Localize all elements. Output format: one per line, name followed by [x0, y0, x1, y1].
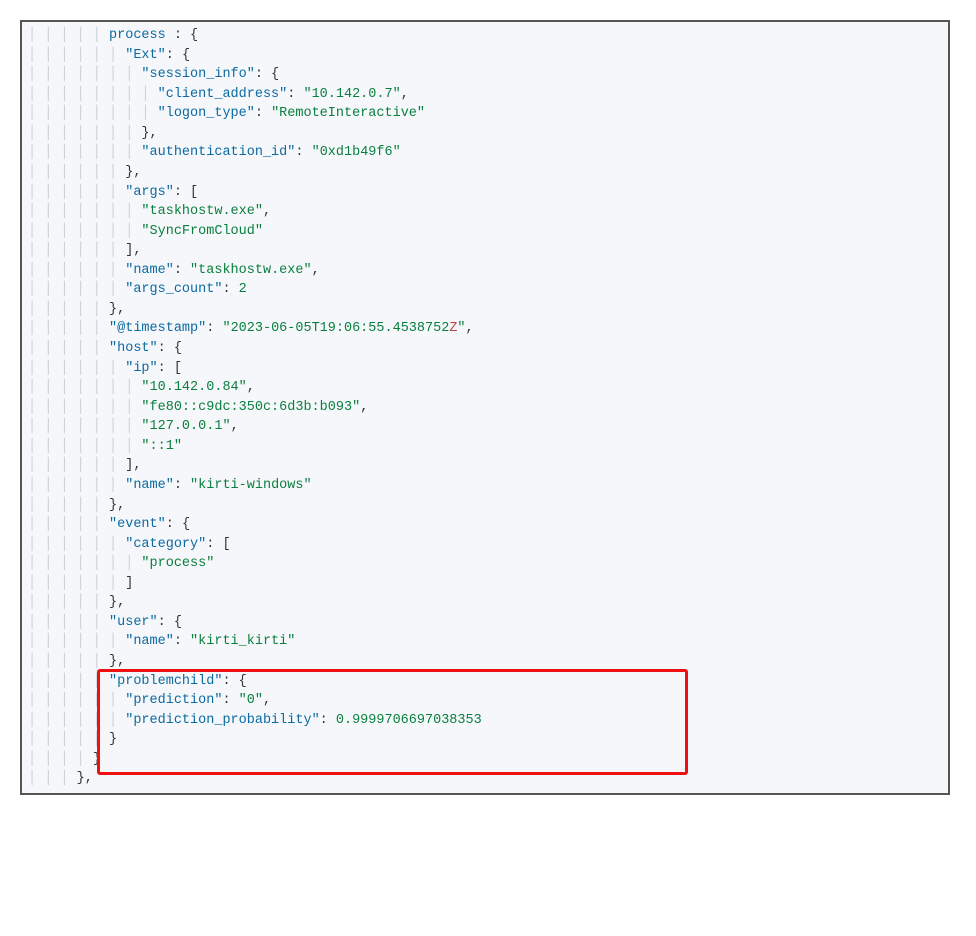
code-line: │ │ │ │ │ },	[22, 496, 948, 516]
key-user-name: name	[133, 634, 165, 649]
code-line: │ │ │ │ │ │ "category": [	[22, 535, 948, 555]
code-line: │ │ │ │ │ │ │ },	[22, 124, 948, 144]
code-line: │ │ │ │ │ │ │ "fe80::c9dc:350c:6d3b:b093…	[22, 398, 948, 418]
key-args-count: args_count	[133, 282, 214, 297]
code-line: │ │ │ │ │ │ "name": "kirti-windows"	[22, 476, 948, 496]
code-line: │ │ │ │ │ │ ]	[22, 574, 948, 594]
key-session-info: session_info	[150, 67, 247, 82]
val-prediction: 0	[247, 693, 255, 708]
key-event: event	[117, 517, 158, 532]
code-line: │ │ │ │ │ │ │ "127.0.0.1",	[22, 417, 948, 437]
code-line: │ │ │ │ │ "user": {	[22, 613, 948, 633]
key-problemchild: problemchild	[117, 674, 214, 689]
code-line: │ │ │ │ │ │ ],	[22, 456, 948, 476]
key-ip: ip	[133, 361, 149, 376]
key-logon-type: logon_type	[166, 106, 247, 121]
val-ip-1: fe80::c9dc:350c:6d3b:b093	[150, 400, 353, 415]
key-args: args	[133, 185, 165, 200]
code-line: │ │ │ │ │ │ │ "taskhostw.exe",	[22, 202, 948, 222]
val-timestamp-z: Z	[449, 321, 457, 336]
code-line: │ │ │ │ │ │ │ "SyncFromCloud"	[22, 222, 948, 242]
val-args-count: 2	[239, 282, 247, 297]
code-line: │ │ │ │ │ │ "prediction": "0",	[22, 691, 948, 711]
key-prediction: prediction	[133, 693, 214, 708]
code-line: │ │ │ │ │ "event": {	[22, 515, 948, 535]
code-line: │ │ │ │ │ │ "args": [	[22, 183, 948, 203]
code-line: │ │ │ },	[22, 769, 948, 789]
key-name-proc: name	[133, 263, 165, 278]
code-line: │ │ │ │ }	[22, 750, 948, 770]
code-line: │ │ │ │ │ │ │ "session_info": {	[22, 65, 948, 85]
val-logon-type: RemoteInteractive	[279, 106, 417, 121]
key-host-name: name	[133, 478, 165, 493]
code-line: │ │ │ │ │ },	[22, 593, 948, 613]
val-process-name: taskhostw.exe	[198, 263, 303, 278]
code-line: │ │ │ │ │ │ "args_count": 2	[22, 280, 948, 300]
code-line: │ │ │ │ │ │ ],	[22, 241, 948, 261]
code-line: │ │ │ │ │ "host": {	[22, 339, 948, 359]
key-client-address: client_address	[166, 87, 279, 102]
code-line: │ │ │ │ │ "problemchild": {	[22, 672, 948, 692]
code-line: │ │ │ │ │ },	[22, 652, 948, 672]
code-line: │ │ │ │ │ │ │ "10.142.0.84",	[22, 378, 948, 398]
key-auth-id: authentication_id	[150, 145, 288, 160]
code-line: │ │ │ │ │ │ "name": "kirti_kirti"	[22, 632, 948, 652]
key-timestamp: @timestamp	[117, 321, 198, 336]
key-host: host	[117, 341, 149, 356]
code-line: │ │ │ │ │ },	[22, 300, 948, 320]
key-user: user	[117, 615, 149, 630]
code-line: │ │ │ │ │ │ │ "::1"	[22, 437, 948, 457]
code-line: │ │ │ │ │ │ │ │ "client_address": "10.14…	[22, 85, 948, 105]
val-timestamp: 2023-06-05T19:06:55.4538752	[231, 321, 450, 336]
code-line: │ │ │ │ │ │ "Ext": {	[22, 46, 948, 66]
val-auth-id: 0xd1b49f6	[320, 145, 393, 160]
code-line: │ │ │ │ │ process : {	[22, 26, 948, 46]
val-client-address: 10.142.0.7	[312, 87, 393, 102]
code-line: │ │ │ │ │ │ "prediction_probability": 0.…	[22, 711, 948, 731]
code-line: │ │ │ │ │ │ │ "process"	[22, 554, 948, 574]
key-process: process	[109, 28, 166, 43]
key-ext: Ext	[133, 48, 157, 63]
code-line: │ │ │ │ │ }	[22, 730, 948, 750]
val-args-0: taskhostw.exe	[150, 204, 255, 219]
key-category: category	[133, 537, 198, 552]
val-prediction-prob: 0.9999706697038353	[336, 713, 482, 728]
code-line: │ │ │ │ │ │ "ip": [	[22, 359, 948, 379]
code-line: │ │ │ │ │ │ },	[22, 163, 948, 183]
json-code-panel: │ │ │ │ │ process : { │ │ │ │ │ │ "Ext":…	[20, 20, 950, 795]
code-line: │ │ │ │ │ │ │ "authentication_id": "0xd1…	[22, 143, 948, 163]
code-line: │ │ │ │ │ │ "name": "taskhostw.exe",	[22, 261, 948, 281]
val-args-1: SyncFromCloud	[150, 224, 255, 239]
val-ip-3: ::1	[150, 439, 174, 454]
val-ip-2: 127.0.0.1	[150, 419, 223, 434]
val-ip-0: 10.142.0.84	[150, 380, 239, 395]
val-user-name: kirti_kirti	[198, 634, 287, 649]
key-prediction-prob: prediction_probability	[133, 713, 311, 728]
val-category-0: process	[150, 556, 207, 571]
code-content: │ │ │ │ │ process : { │ │ │ │ │ │ "Ext":…	[22, 26, 948, 789]
code-line: │ │ │ │ │ "@timestamp": "2023-06-05T19:0…	[22, 319, 948, 339]
code-line: │ │ │ │ │ │ │ │ "logon_type": "RemoteInt…	[22, 104, 948, 124]
val-host-name: kirti-windows	[198, 478, 303, 493]
